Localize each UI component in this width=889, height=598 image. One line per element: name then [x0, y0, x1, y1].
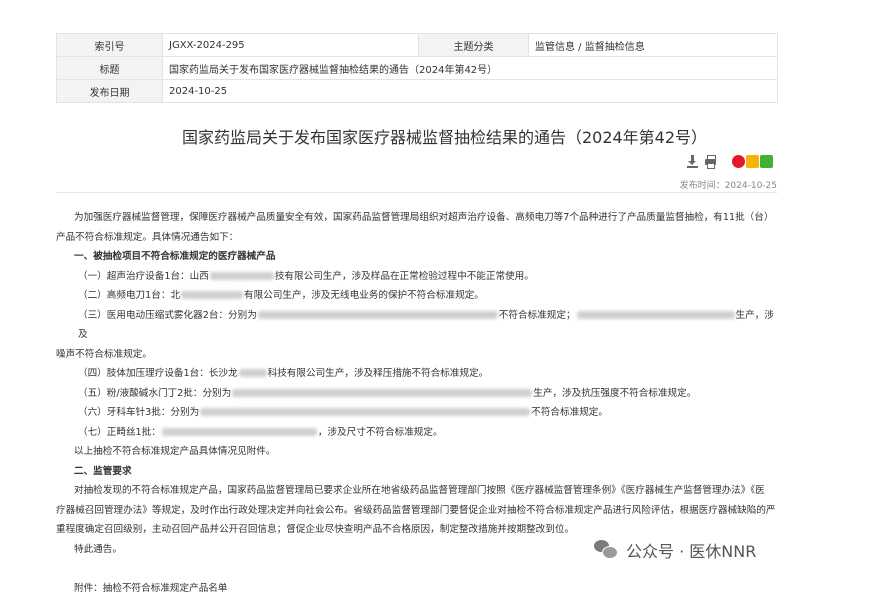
- wechat-logo-icon: [594, 540, 618, 560]
- meta-table: 索引号 JGXX-2024-295 主题分类 监管信息 / 监督抽检信息 标题 …: [56, 33, 778, 103]
- redacted-text: [258, 311, 498, 319]
- redacted-text: [162, 428, 317, 436]
- attachment-link[interactable]: 附件：抽检不符合标准规定产品名单: [56, 579, 777, 598]
- item-4: （四）肢体加压理疗设备1台：长沙龙 科技有限公司生产，涉及释压措施不符合标准规定。: [56, 364, 777, 384]
- item-5-start: （五）粉/液酸碱水门丁2批：分别为: [78, 388, 231, 399]
- index-label: 索引号: [57, 34, 163, 57]
- weibo-icon[interactable]: [732, 155, 745, 168]
- item-5: （五）粉/液酸碱水门丁2批：分别为 生产，涉及抗压强度不符合标准规定。: [56, 384, 777, 404]
- item-2-end: 有限公司生产，涉及无线电业务的保护不符合标准规定。: [244, 290, 484, 301]
- redacted-text: [181, 291, 243, 299]
- item-2: （二）高频电刀1台：北 有限公司生产，涉及无线电业务的保护不符合标准规定。: [56, 286, 777, 306]
- item-1-end: 技有限公司生产，涉及样品在正常检验过程中不能正常使用。: [275, 271, 534, 282]
- requirement-line-2: 疗器械召回管理办法》等规定，及时作出行政处理决定并向社会公布。省级药品监督管理部…: [56, 501, 777, 521]
- category-label: 主题分类: [419, 34, 529, 57]
- redacted-text: [200, 408, 530, 416]
- watermark-text: 公众号 · 医休NNR: [626, 538, 756, 562]
- item-2-start: （二）高频电刀1台：北: [78, 290, 180, 301]
- wechat-icon[interactable]: [760, 155, 773, 168]
- tool-bar: [686, 154, 774, 168]
- item-4-start: （四）肢体加压理疗设备1台：长沙龙: [78, 368, 238, 379]
- index-value: JGXX-2024-295: [163, 34, 419, 57]
- item-3-mid: 不符合标准规定；: [499, 310, 576, 321]
- category-value: 监管信息 / 监督抽检信息: [529, 34, 778, 57]
- item-6-end: 不符合标准规定。: [531, 407, 608, 418]
- item-3-start: （三）医用电动压缩式雾化器2台：分别为: [78, 310, 257, 321]
- redacted-text: [210, 272, 274, 280]
- item-1: （一）超声治疗设备1台：山西 技有限公司生产，涉及样品在正常检验过程中不能正常使用…: [56, 267, 777, 287]
- item-3: （三）医用电动压缩式雾化器2台：分别为不符合标准规定；生产，涉及: [56, 306, 777, 345]
- item-4-end: 科技有限公司生产，涉及释压措施不符合标准规定。: [268, 368, 489, 379]
- see-attachment: 以上抽检不符合标准规定产品具体情况见附件。: [56, 442, 777, 462]
- meta-row-title: 标题 国家药监局关于发布国家医疗器械监督抽检结果的通告（2024年第42号）: [57, 57, 778, 80]
- document-title: 国家药监局关于发布国家医疗器械监督抽检结果的通告（2024年第42号）: [0, 124, 889, 148]
- item-3-continued: 噪声不符合标准规定。: [56, 345, 777, 365]
- qzone-icon[interactable]: [746, 155, 759, 168]
- item-6-start: （六）牙科车针3批：分别为: [78, 407, 199, 418]
- requirement-line-1: 对抽检发现的不符合标准规定产品，国家药品监督管理局已要求企业所在地省级药品监督管…: [56, 481, 777, 501]
- section-heading-2: 二、监管要求: [56, 462, 777, 482]
- item-7-end: ，涉及尺寸不符合标准规定。: [318, 427, 443, 438]
- date-value: 2024-10-25: [163, 80, 778, 103]
- divider: [56, 192, 777, 193]
- meta-row-index: 索引号 JGXX-2024-295 主题分类 监管信息 / 监督抽检信息: [57, 34, 778, 57]
- intro-line-2: 产品不符合标准规定。具体情况通告如下：: [56, 228, 777, 248]
- section-heading-1: 一、被抽检项目不符合标准规定的医疗器械产品: [56, 247, 777, 267]
- date-label: 发布日期: [57, 80, 163, 103]
- item-7: （七）正畸丝1批： ，涉及尺寸不符合标准规定。: [56, 423, 777, 443]
- item-5-end: 生产，涉及抗压强度不符合标准规定。: [533, 388, 696, 399]
- redacted-text: [239, 369, 267, 377]
- intro-line: 为加强医疗器械监督管理，保障医疗器械产品质量安全有效，国家药品监督管理局组织对超…: [56, 208, 777, 228]
- meta-row-date: 发布日期 2024-10-25: [57, 80, 778, 103]
- item-1-start: （一）超声治疗设备1台：山西: [78, 271, 209, 282]
- redacted-text: [232, 389, 532, 397]
- download-icon[interactable]: [686, 155, 699, 168]
- title-value: 国家药监局关于发布国家医疗器械监督抽检结果的通告（2024年第42号）: [163, 57, 778, 80]
- item-7-start: （七）正畸丝1批：: [78, 427, 161, 438]
- publish-time: 发布时间：2024-10-25: [600, 178, 777, 191]
- watermark: 公众号 · 医休NNR: [594, 537, 756, 563]
- title-label: 标题: [57, 57, 163, 80]
- redacted-text: [577, 311, 735, 319]
- item-6: （六）牙科车针3批：分别为 不符合标准规定。: [56, 403, 777, 423]
- print-icon[interactable]: [704, 155, 717, 168]
